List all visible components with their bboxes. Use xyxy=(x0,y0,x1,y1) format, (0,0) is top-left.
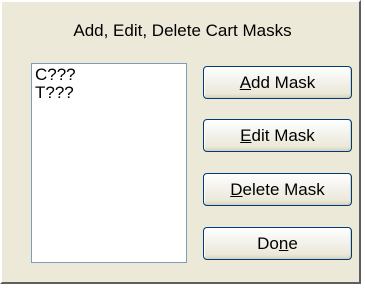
cart-masks-dialog: Add, Edit, Delete Cart Masks C??? T??? A… xyxy=(0,0,361,284)
edit-mask-mnemonic: E xyxy=(240,126,252,145)
done-label-end: e xyxy=(288,234,298,253)
add-mask-mnemonic: A xyxy=(239,73,252,92)
delete-mask-label: elete Mask xyxy=(242,180,325,199)
list-item[interactable]: C??? xyxy=(35,66,183,84)
edit-mask-button[interactable]: Edit Mask xyxy=(203,119,352,152)
delete-mask-button[interactable]: Delete Mask xyxy=(203,173,352,206)
done-button[interactable]: Done xyxy=(203,227,352,260)
delete-mask-mnemonic: D xyxy=(230,180,243,199)
add-mask-button[interactable]: Add Mask xyxy=(203,66,352,99)
add-mask-label: dd Mask xyxy=(251,73,316,92)
edit-mask-label: dit Mask xyxy=(251,126,315,145)
done-label-start: Do xyxy=(257,234,279,253)
mask-listbox[interactable]: C??? T??? xyxy=(31,63,187,263)
done-mnemonic: n xyxy=(278,234,289,253)
list-item[interactable]: T??? xyxy=(35,84,183,102)
dialog-title: Add, Edit, Delete Cart Masks xyxy=(73,21,292,40)
